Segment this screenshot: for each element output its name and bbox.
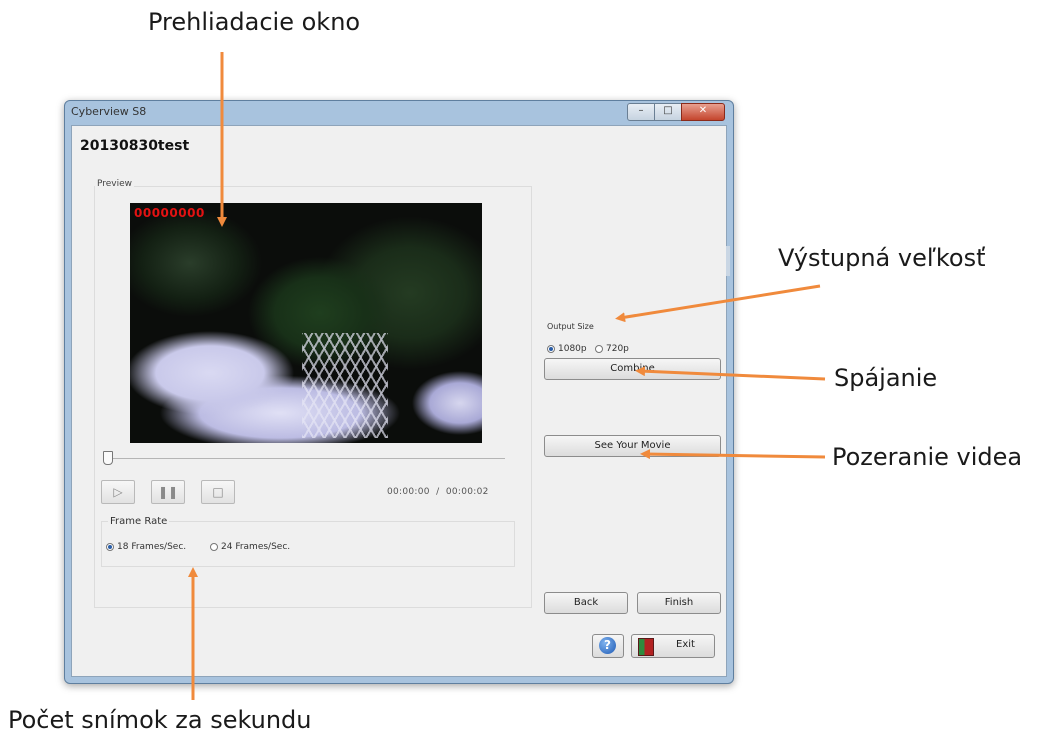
play-icon: ▷: [113, 485, 123, 499]
project-title: 20130830test: [80, 138, 190, 154]
minimize-button[interactable]: –: [627, 103, 655, 121]
frame-rate-group: Frame Rate 18 Frames/Sec. 24 Frames/Sec.: [101, 516, 515, 567]
output-1080p-option[interactable]: 1080p: [547, 344, 587, 354]
frame-counter: 00000000: [134, 206, 205, 220]
annotation-combine: Spájanie: [834, 364, 938, 392]
time-total: 00:00:02: [445, 487, 489, 497]
radio-18-icon[interactable]: [106, 543, 114, 551]
radio-1080p-icon[interactable]: [547, 345, 555, 353]
back-button[interactable]: Back: [544, 592, 628, 614]
radio-24-icon[interactable]: [210, 543, 218, 551]
see-your-movie-button[interactable]: See Your Movie: [544, 435, 721, 457]
timeline-slider-track[interactable]: [105, 458, 505, 459]
client-area: 20130830test Preview 00000000 ▷ ❚❚ □ 00:…: [71, 125, 730, 677]
frame-rate-18-option[interactable]: 18 Frames/Sec.: [106, 542, 186, 552]
frame-rate-18-label: 18 Frames/Sec.: [117, 542, 187, 552]
output-720p-label: 720p: [606, 344, 629, 354]
combine-button[interactable]: Combine: [544, 358, 721, 380]
output-1080p-label: 1080p: [558, 344, 587, 354]
preview-video: 00000000: [130, 203, 482, 443]
video-fence-detail: [302, 333, 388, 438]
close-button[interactable]: ✕: [681, 103, 725, 121]
preview-group: Preview 00000000 ▷ ❚❚ □ 00:00:00 / 00:00…: [94, 179, 532, 608]
title-bar[interactable]: Cyberview S8 – □ ✕: [65, 101, 733, 123]
annotation-output-size: Výstupná veľkosť: [778, 244, 986, 272]
pause-button[interactable]: ❚❚: [151, 480, 185, 504]
preview-label: Preview: [95, 179, 135, 189]
close-icon: ✕: [698, 105, 708, 116]
cyberview-window: Cyberview S8 – □ ✕ 20130830test Preview …: [64, 100, 734, 684]
timeline-slider-thumb[interactable]: [103, 451, 113, 465]
exit-door-icon: [638, 638, 654, 656]
help-icon: ?: [599, 637, 616, 654]
annotation-watch-video: Pozeranie videa: [832, 443, 1023, 471]
frame-rate-24-label: 24 Frames/Sec.: [221, 542, 291, 552]
window-title: Cyberview S8: [71, 105, 147, 118]
pause-icon: ❚❚: [157, 485, 179, 499]
annotation-frame-rate: Počet snímok za sekundu: [8, 706, 312, 734]
time-current: 00:00:00: [387, 487, 430, 497]
finish-button[interactable]: Finish: [637, 592, 721, 614]
maximize-button[interactable]: □: [654, 103, 682, 121]
output-720p-option[interactable]: 720p: [595, 344, 629, 354]
help-button[interactable]: ?: [592, 634, 624, 658]
time-separator: /: [436, 487, 440, 497]
caption-buttons: – □ ✕: [627, 103, 725, 121]
radio-720p-icon[interactable]: [595, 345, 603, 353]
stop-button[interactable]: □: [201, 480, 235, 504]
frame-rate-24-option[interactable]: 24 Frames/Sec.: [210, 542, 290, 552]
minimize-icon: –: [638, 105, 644, 116]
exit-label: Exit: [676, 639, 695, 650]
time-display: 00:00:00 / 00:00:02: [387, 487, 489, 497]
annotation-preview-window: Prehliadacie okno: [148, 8, 361, 36]
window-edge-highlight: [726, 246, 730, 276]
play-button[interactable]: ▷: [101, 480, 135, 504]
maximize-icon: □: [663, 105, 673, 116]
output-size-label: Output Size: [547, 322, 594, 331]
exit-button[interactable]: Exit: [631, 634, 715, 658]
frame-rate-label: Frame Rate: [108, 516, 170, 527]
stop-icon: □: [212, 485, 224, 499]
